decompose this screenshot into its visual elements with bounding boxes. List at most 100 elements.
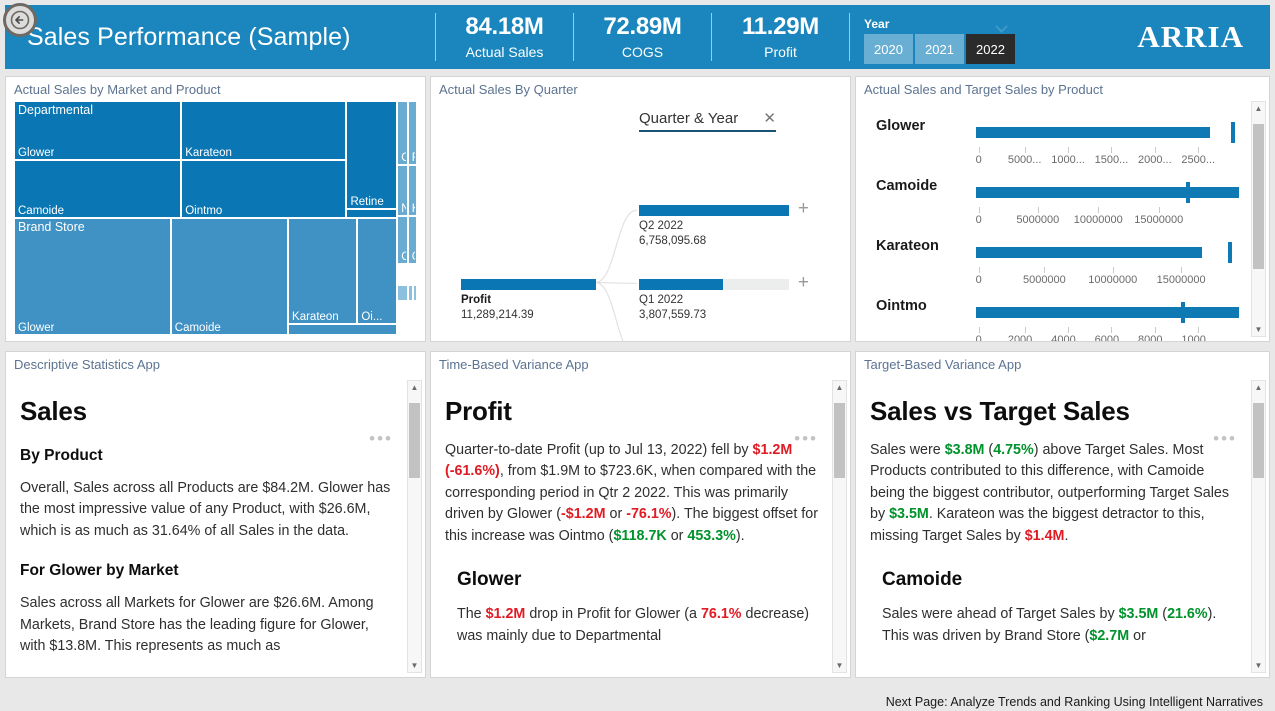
more-options-icon[interactable]: •••: [369, 430, 393, 447]
scrollbar-time-variance[interactable]: ▲ ▼: [832, 380, 847, 673]
close-icon[interactable]: ✕: [763, 111, 776, 126]
plus-icon[interactable]: +: [798, 199, 809, 218]
axis-tick-label: 0: [975, 334, 982, 341]
scroll-up-icon[interactable]: ▲: [833, 381, 846, 394]
treemap-tile[interactable]: Karateon: [288, 218, 358, 325]
decomposition-tree-title: Actual Sales By Quarter: [439, 82, 578, 97]
tree-level-header: Quarter & Year ✕: [639, 110, 776, 132]
treemap-visual[interactable]: Departmental Glower Karateon Camoide Ointmo R…: [14, 101, 417, 335]
axis-tick: [1037, 207, 1039, 213]
treemap-tile[interactable]: Re...: [407, 101, 417, 166]
treemap-tile[interactable]: [412, 284, 417, 302]
plus-icon[interactable]: +: [798, 273, 809, 292]
bullet-actual-bar: [976, 247, 1203, 258]
year-slicer: Year 2020 2021 2022: [849, 13, 1054, 64]
treemap-tile[interactable]: Retine: [346, 101, 398, 209]
axis-tick: [1068, 327, 1070, 333]
narrative-paragraph: Sales across all Markets for Glower are …: [20, 595, 374, 655]
year-option-2022[interactable]: 2022: [966, 34, 1015, 64]
tree-root-label: Profit 11,289,214.39: [461, 294, 534, 321]
treemap-tile-label: Channel ...: [401, 303, 415, 318]
axis-tick: [1111, 147, 1113, 153]
treemap-tile[interactable]: Glower: [14, 101, 182, 160]
year-slicer-label: Year: [864, 17, 890, 31]
more-options-icon[interactable]: •••: [1213, 430, 1237, 447]
bullet-chart-card: Actual Sales and Target Sales by Product…: [855, 76, 1270, 342]
positive-value: 21.6%: [1167, 606, 1208, 623]
scroll-up-icon[interactable]: ▲: [1252, 102, 1265, 115]
axis-tick: [1024, 327, 1026, 333]
treemap-tile[interactable]: Camoide: [14, 159, 182, 218]
treemap-tile[interactable]: Ca...: [397, 215, 408, 264]
axis-tick: [1181, 267, 1183, 273]
kpi-value: 72.89M: [603, 13, 682, 41]
treemap-tile[interactable]: [346, 208, 398, 218]
scroll-down-icon[interactable]: ▼: [1252, 659, 1265, 672]
treemap-tile[interactable]: Nut...: [397, 165, 408, 216]
treemap-tile-label: Nut...: [401, 203, 405, 215]
scrollbar-thumb[interactable]: [834, 402, 845, 479]
axis-tick-label: 0: [975, 274, 982, 286]
treemap-tile[interactable]: Oint...: [397, 101, 408, 166]
narrative-heading: Sales: [20, 396, 87, 426]
axis-tick: [1154, 327, 1156, 333]
treemap-tile[interactable]: Glower: [14, 218, 171, 335]
scrollbar-descriptive[interactable]: ▲ ▼: [407, 380, 422, 673]
target-variance-card: Target-Based Variance App ••• Sales vs T…: [855, 351, 1270, 678]
scroll-down-icon[interactable]: ▼: [833, 659, 846, 672]
axis-tick-label: 5000...: [1007, 154, 1042, 166]
scrollbar-thumb[interactable]: [409, 402, 420, 479]
axis-tick-label: 10000000: [1073, 214, 1123, 226]
treemap-tile[interactable]: Chemists: [397, 263, 417, 285]
treemap-tile-label: Karateon: [292, 311, 339, 324]
year-option-2020[interactable]: 2020: [864, 34, 913, 64]
decomposition-tree-card: Actual Sales By Quarter Quarter & Year ✕…: [430, 76, 851, 342]
treemap-tile-label: Re...: [412, 152, 415, 164]
scrollbar-target-variance[interactable]: ▲ ▼: [1251, 380, 1266, 673]
treemap-tile[interactable]: Karateon: [181, 101, 347, 160]
treemap-tile[interactable]: Kar...: [407, 165, 417, 216]
treemap-tile[interactable]: [288, 324, 398, 335]
narrative-subparagraph: Sales were ahead of Target Sales by $3.5…: [882, 606, 1217, 644]
treemap-tile[interactable]: Ointmo: [181, 159, 347, 218]
bullet-target-marker: [1181, 302, 1186, 323]
axis-tick: [978, 267, 980, 273]
scroll-down-icon[interactable]: ▼: [1252, 323, 1265, 336]
negative-value: $1.2M: [485, 606, 526, 623]
treemap-tile[interactable]: [397, 284, 409, 302]
scroll-up-icon[interactable]: ▲: [1252, 381, 1265, 394]
bullet-target-marker: [1228, 242, 1233, 263]
treemap-tile-label: Ca...: [401, 251, 405, 263]
tree-node-q1-2022[interactable]: + Q1 2022 3,807,559.73: [639, 273, 809, 322]
kpi-value: 11.29M: [742, 13, 819, 41]
tree-node-label: Q2 2022 6,758,095.68: [639, 220, 707, 247]
scroll-up-icon[interactable]: ▲: [408, 381, 421, 394]
positive-value: $2.7M: [1089, 627, 1130, 644]
page-title: Sales Performance (Sample): [27, 22, 351, 51]
scrollbar-thumb[interactable]: [1253, 402, 1264, 479]
tree-node-q2-2022[interactable]: + Q2 2022 6,758,095.68: [639, 199, 809, 248]
treemap-tile[interactable]: Channel ...: [397, 301, 417, 335]
scroll-down-icon[interactable]: ▼: [408, 659, 421, 672]
bullet-axis: 0 2000... 4000... 6000... 8000... 1000...: [976, 327, 1239, 341]
time-variance-title: Time-Based Variance App: [439, 357, 589, 372]
tree-root-node[interactable]: Profit 11,289,214.39: [461, 279, 596, 322]
back-arrow-icon[interactable]: [3, 3, 37, 37]
treemap-tile[interactable]: Camoide: [170, 218, 289, 335]
more-options-icon[interactable]: •••: [794, 430, 818, 447]
scrollbar-bullet[interactable]: ▲ ▼: [1251, 101, 1266, 337]
positive-value: 453.3%: [687, 527, 736, 544]
decomposition-tree-visual: Quarter & Year ✕ Profit 11,289,214.39 +: [431, 99, 850, 341]
year-option-2021[interactable]: 2021: [915, 34, 964, 64]
bullet-target-marker: [1186, 182, 1191, 203]
treemap-tile[interactable]: Gl...: [407, 215, 417, 264]
axis-tick-label: 10000000: [1088, 274, 1138, 286]
axis-tick-label: 2500...: [1181, 154, 1216, 166]
scrollbar-thumb[interactable]: [1253, 124, 1264, 270]
narrative-subheading: Camoide: [882, 569, 963, 591]
arria-logo: ARRIA: [1137, 19, 1244, 54]
treemap-tile[interactable]: Oi...: [357, 218, 398, 325]
next-page-link[interactable]: Next Page: Analyze Trends and Ranking Us…: [886, 695, 1263, 709]
bullet-track: 0 5000000 10000000 15000000: [976, 182, 1239, 231]
kpi-cogs: 72.89M COGS: [573, 13, 711, 61]
